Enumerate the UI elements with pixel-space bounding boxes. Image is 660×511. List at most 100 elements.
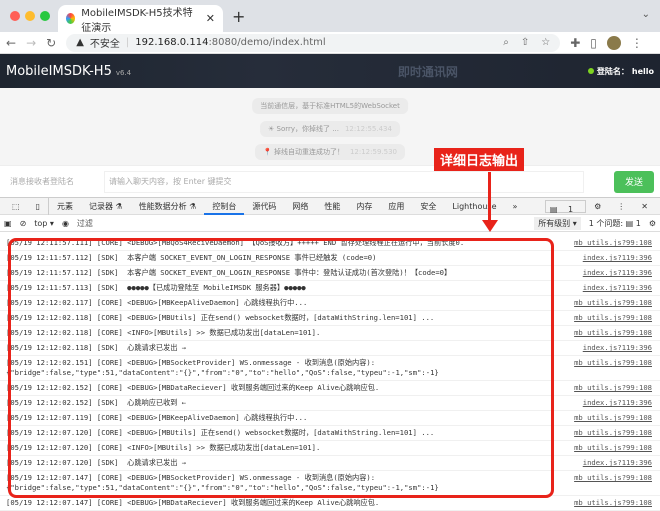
close-tab-icon[interactable]: ✕: [206, 12, 215, 25]
live-expression-eye-icon[interactable]: ◉: [62, 219, 69, 228]
console-log-row: [05/19 12:12:07.119] [CORE] <DEBUG>[MBKe…: [0, 411, 660, 426]
log-source-link[interactable]: index.js?119:396: [583, 458, 652, 468]
log-source-link[interactable]: mb_utils.js?99:108: [574, 238, 652, 248]
log-source-link[interactable]: index.js?119:396: [583, 253, 652, 263]
console-log-row: [05/19 12:11:57.112] [SDK] 本客户端 SOCKET_E…: [0, 266, 660, 281]
system-message: ☀ Sorry，你掉线了 ... 12:12:55.434: [260, 121, 400, 137]
app-header: MobileIMSDK-H5 v6.4 即时通讯网 登陆名： hello: [0, 54, 660, 88]
browser-tab[interactable]: MobileIMSDK-H5技术特征演示 ✕: [58, 5, 223, 34]
chat-input-row: 消息接收者登陆名 请输入聊天内容，按 Enter 键提交 发送: [0, 165, 660, 197]
console-log-row: [05/19 12:12:02.118] [SDK] 心跳请求已发出 → inde…: [0, 341, 660, 356]
more-options-icon[interactable]: ⋮: [609, 198, 633, 215]
annotation-arrowhead: [482, 220, 498, 232]
log-source-link[interactable]: mb_utils.js?99:108: [574, 428, 652, 438]
extensions-icon[interactable]: ✚: [570, 36, 580, 50]
log-message: [05/19 12:12:07.120] [CORE] <INFO>[MBUti…: [6, 443, 321, 452]
brand-watermark-logo: 即时通讯网: [397, 64, 458, 79]
system-message: 📍 掉线自动重连成功了！ 12:12:59.530: [255, 144, 405, 160]
log-source-link[interactable]: index.js?119:396: [583, 343, 652, 353]
minimize-window-button[interactable]: [25, 11, 35, 21]
tab-recorder[interactable]: 记录器 ⚗: [81, 198, 131, 215]
log-message: [05/19 12:12:07.119] [CORE] <DEBUG>[MBKe…: [6, 413, 308, 422]
log-source-link[interactable]: mb_utils.js?99:108: [574, 358, 652, 368]
profile-avatar[interactable]: [606, 35, 621, 50]
filter-input[interactable]: 过滤: [77, 218, 526, 229]
console-settings-gear-icon[interactable]: ⚙: [649, 219, 656, 228]
log-message: [05/19 12:12:07.120] [CORE] <DEBUG>[MBUt…: [6, 428, 435, 437]
system-message: 当前通信层，基于标准HTML5的WebSocket: [252, 98, 408, 114]
console-log-row: [05/19 12:12:07.120] [SDK] 心跳请求已发出 → inde…: [0, 456, 660, 471]
forward-icon[interactable]: →: [26, 36, 36, 50]
log-message: [05/19 12:12:02.152] [SDK] 心跳响应已收到 ←: [6, 398, 187, 407]
send-button[interactable]: 发送: [614, 170, 654, 193]
log-levels-dropdown[interactable]: 所有级别 ▾: [534, 216, 581, 230]
log-message: [05/19 12:12:02.117] [CORE] <DEBUG>[MBKe…: [6, 298, 308, 307]
browser-menu-icon[interactable]: ⋮: [631, 36, 643, 50]
more-tabs-button[interactable]: »: [505, 198, 526, 215]
devtools-tabbar: ⬚ ▯ 元素 记录器 ⚗ 性能数据分析 ⚗ 控制台 源代码 网络 性能 内存 应…: [0, 197, 660, 215]
receiver-input[interactable]: 消息接收者登陆名: [6, 171, 96, 193]
address-bar-row: ← → ↻ ▲ 不安全 | 192.168.0.114:8080/demo/in…: [0, 32, 660, 54]
clear-console-icon[interactable]: ⊘: [20, 219, 27, 228]
tab-console[interactable]: 控制台: [204, 198, 245, 215]
sidebar-toggle-icon[interactable]: ▣: [4, 219, 12, 228]
url-input[interactable]: ▲ 不安全 | 192.168.0.114:8080/demo/index.ht…: [66, 33, 561, 52]
context-selector[interactable]: top ▾: [34, 219, 54, 228]
new-tab-button[interactable]: +: [232, 7, 245, 26]
log-source-link[interactable]: mb_utils.js?99:108: [574, 473, 652, 483]
log-message: [05/19 12:11:57.111] [CORE] <DEBUG>[MBQo…: [6, 238, 465, 247]
tab-application[interactable]: 应用: [380, 198, 412, 215]
tab-elements[interactable]: 元素: [49, 198, 81, 215]
inspect-element-icon[interactable]: ⬚: [4, 198, 28, 215]
console-log-row: [05/19 12:12:07.147] [CORE] <DEBUG>[MBSo…: [0, 471, 660, 496]
login-status: 登陆名： hello: [587, 66, 654, 77]
reload-icon[interactable]: ↻: [46, 36, 56, 50]
log-source-link[interactable]: mb_utils.js?99:108: [574, 298, 652, 308]
tab-performance[interactable]: 性能: [316, 198, 348, 215]
log-source-link[interactable]: mb_utils.js?99:108: [574, 313, 652, 323]
tab-lighthouse[interactable]: Lighthouse: [444, 198, 504, 215]
tab-sources[interactable]: 源代码: [244, 198, 284, 215]
log-message: [05/19 12:11:57.113] [SDK] ●●●●●【已成功登陆至 …: [6, 283, 306, 292]
annotation-arrow: [488, 172, 491, 222]
issues-badge[interactable]: ▤ 1: [544, 199, 587, 214]
tab-network[interactable]: 网络: [284, 198, 316, 215]
zoom-icon[interactable]: ⌕: [503, 37, 509, 48]
log-source-link[interactable]: mb_utils.js?99:108: [574, 413, 652, 423]
log-message: [05/19 12:11:57.112] [SDK] 本客户端 SOCKET_E…: [6, 268, 452, 277]
tab-performance-insights[interactable]: 性能数据分析 ⚗: [131, 198, 205, 215]
console-log-list: [05/19 12:11:57.111] [CORE] <DEBUG>[MBQo…: [0, 236, 660, 511]
log-source-link[interactable]: mb_utils.js?99:108: [574, 498, 652, 508]
close-window-button[interactable]: [10, 11, 20, 21]
device-toolbar-icon[interactable]: ▯: [28, 197, 49, 215]
log-source-link[interactable]: mb_utils.js?99:108: [574, 383, 652, 393]
log-message: [05/19 12:12:02.118] [SDK] 心跳请求已发出 →: [6, 343, 187, 352]
console-log-row: [05/19 12:12:07.120] [CORE] <INFO>[MBUti…: [0, 441, 660, 456]
log-message: [05/19 12:12:02.118] [CORE] <INFO>[MBUti…: [6, 328, 321, 337]
maximize-window-button[interactable]: [40, 11, 50, 21]
log-source-link[interactable]: index.js?119:396: [583, 398, 652, 408]
back-icon[interactable]: ←: [6, 36, 16, 50]
bookmark-star-icon[interactable]: ☆: [541, 37, 550, 48]
settings-gear-icon[interactable]: ⚙: [586, 198, 609, 215]
log-source-link[interactable]: mb_utils.js?99:108: [574, 328, 652, 338]
message-input[interactable]: 请输入聊天内容，按 Enter 键提交: [104, 170, 584, 193]
tab-memory[interactable]: 内存: [348, 198, 380, 215]
console-log-row: [05/19 12:12:02.118] [CORE] <INFO>[MBUti…: [0, 326, 660, 341]
warning-icon: ▲: [76, 37, 84, 48]
console-log-row: [05/19 12:12:02.152] [CORE] <DEBUG>[MBDa…: [0, 381, 660, 396]
browser-tab-bar: MobileIMSDK-H5技术特征演示 ✕ + ⌄: [0, 0, 660, 34]
side-panel-icon[interactable]: ▯: [590, 36, 597, 50]
console-log-row: [05/19 12:11:57.111] [CORE] <DEBUG>[MBQo…: [0, 236, 660, 251]
app-title: MobileIMSDK-H5: [6, 63, 112, 79]
tab-search-chevron-icon[interactable]: ⌄: [642, 9, 650, 20]
console-log-row: [05/19 12:11:57.112] [SDK] 本客户端 SOCKET_E…: [0, 251, 660, 266]
issues-counter[interactable]: 1 个问题: ▤ 1: [589, 218, 641, 229]
share-icon[interactable]: ⇧: [521, 37, 529, 48]
log-source-link[interactable]: index.js?119:396: [583, 268, 652, 278]
insecure-label: 不安全: [89, 39, 120, 50]
log-source-link[interactable]: index.js?119:396: [583, 283, 652, 293]
log-source-link[interactable]: mb_utils.js?99:108: [574, 443, 652, 453]
tab-security[interactable]: 安全: [412, 198, 444, 215]
close-devtools-icon[interactable]: ✕: [633, 198, 656, 215]
